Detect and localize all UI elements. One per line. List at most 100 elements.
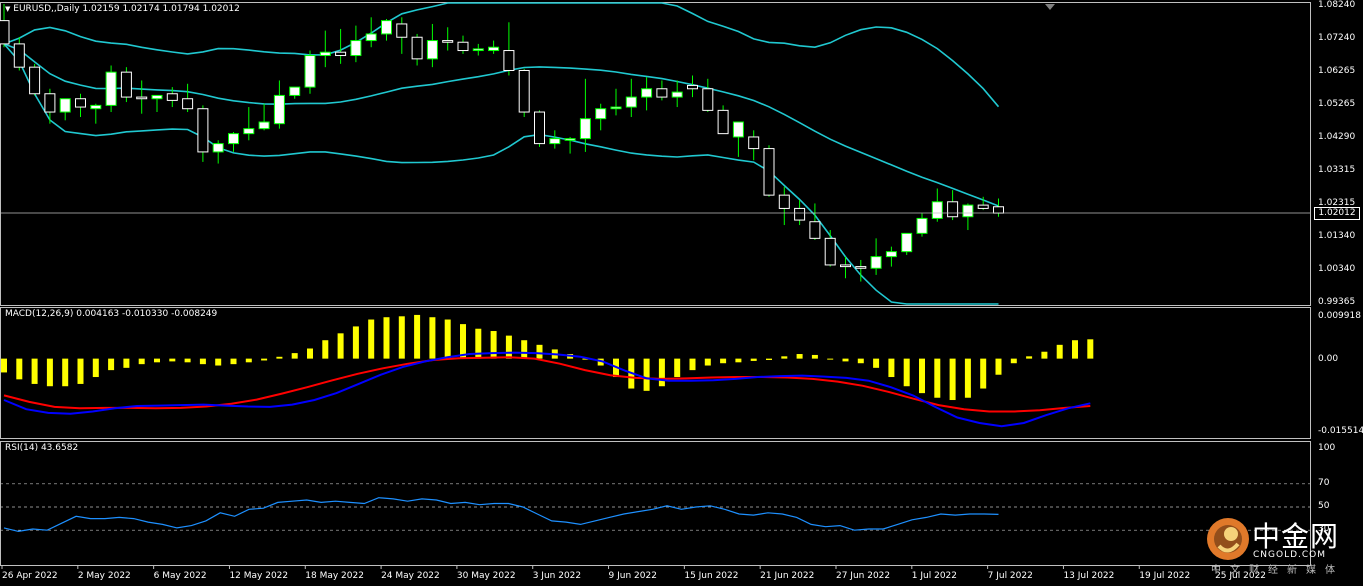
bull-candle-body xyxy=(243,128,255,135)
macd-histogram-bar xyxy=(766,358,772,361)
candle xyxy=(702,78,714,113)
candle xyxy=(411,33,423,66)
candle xyxy=(212,140,224,164)
macd-histogram-bar xyxy=(414,314,421,359)
bear-candle-body xyxy=(809,221,821,239)
cngold-logo-icon xyxy=(1207,518,1249,560)
bull-candle-body xyxy=(931,201,943,219)
date-axis-tick: 6 May 2022 xyxy=(153,571,207,581)
pane-border-0 xyxy=(0,2,1311,306)
candle xyxy=(13,37,25,71)
pane-border-1 xyxy=(0,307,1311,439)
candle xyxy=(503,22,515,76)
symbol-ohlc-label: EURUSD,,Daily 1.02159 1.02174 1.01794 1.… xyxy=(13,4,240,14)
bear-candle-body xyxy=(182,98,194,110)
bull-candle-body xyxy=(90,104,102,110)
candle xyxy=(885,246,897,267)
bull-candle-body xyxy=(289,86,301,96)
macd-histogram-bar xyxy=(643,358,650,391)
macd-histogram-bar xyxy=(689,358,696,371)
candle xyxy=(931,188,943,222)
bear-candle-body xyxy=(13,43,25,68)
watermark-slogan: 中文财经新媒体 xyxy=(1211,565,1344,576)
bear-candle-body xyxy=(166,93,178,101)
rsi-line xyxy=(3,497,999,533)
macd-histogram-bar xyxy=(123,358,130,368)
macd-histogram-bar xyxy=(1010,358,1017,364)
bear-candle-body xyxy=(824,237,836,266)
pane-border-2 xyxy=(0,441,1311,566)
macd-histogram-bar xyxy=(444,319,451,359)
rsi-header: RSI(14) 43.6582 xyxy=(5,443,79,453)
bear-candle-body xyxy=(503,50,515,71)
macd-histogram-bar xyxy=(934,358,941,398)
candle xyxy=(564,136,576,154)
bear-candle-body xyxy=(840,264,851,268)
macd-histogram-bar xyxy=(230,358,237,365)
candle xyxy=(625,78,637,118)
macd-histogram-bar xyxy=(215,358,222,366)
macd-histogram-bar xyxy=(980,358,987,389)
rsi-pane[interactable] xyxy=(0,483,1310,533)
bull-candle-body xyxy=(212,143,224,153)
bull-candle-body xyxy=(641,88,653,98)
candle xyxy=(151,94,163,113)
candle xyxy=(442,27,454,51)
candle xyxy=(243,107,255,141)
bull-candle-body xyxy=(564,138,576,141)
macd-histogram-bar xyxy=(873,358,880,368)
candle xyxy=(824,230,836,267)
candle xyxy=(289,86,301,99)
candle xyxy=(396,17,408,54)
macd-histogram-bar xyxy=(460,324,466,359)
macd-histogram-bar xyxy=(674,358,681,378)
date-axis-tick: 13 Jul 2022 xyxy=(1063,571,1115,581)
macd-histogram-bar xyxy=(1041,351,1048,359)
macd-histogram-bar xyxy=(138,358,145,365)
bull-candle-body xyxy=(595,108,607,120)
macd-histogram-bar xyxy=(261,358,268,361)
bear-candle-body xyxy=(120,71,132,98)
date-axis-tick: 9 Jun 2022 xyxy=(608,571,657,581)
macd-histogram-bar xyxy=(720,358,727,364)
macd-axis-tick: 0.009918 xyxy=(1318,311,1361,321)
macd-histogram-bar xyxy=(964,358,971,398)
watermark-domain: CNGOLD.COM xyxy=(1253,550,1327,560)
macd-histogram-bar xyxy=(658,358,665,387)
candle xyxy=(778,186,790,226)
bull-candle-body xyxy=(426,40,438,60)
bear-candle-body xyxy=(794,207,806,221)
candle xyxy=(610,88,622,116)
metatrader-chart-window[interactable]: ▼ EURUSD,,Daily 1.02159 1.02174 1.01794 … xyxy=(0,0,1363,586)
macd-histogram-bar xyxy=(536,344,543,359)
date-axis-tick: 2 May 2022 xyxy=(77,571,131,581)
macd-histogram-bar xyxy=(322,340,329,359)
watermark-brand: 中金网 xyxy=(1252,520,1340,553)
macd-histogram-bar xyxy=(276,356,283,359)
candle xyxy=(258,103,270,131)
price-axis-tick: 1.00340 xyxy=(1318,264,1356,274)
candle xyxy=(350,25,362,63)
date-axis-tick: 26 Apr 2022 xyxy=(2,571,58,581)
bull-candle-body xyxy=(962,204,974,218)
macd-histogram-bar xyxy=(827,358,834,360)
candle xyxy=(579,78,591,152)
candle xyxy=(304,50,316,94)
candle xyxy=(748,130,760,161)
chart-canvas[interactable] xyxy=(0,0,1363,586)
candle xyxy=(457,35,469,54)
macd-pane[interactable] xyxy=(1,314,1094,428)
cngold-watermark: 中金网 CNGOLD.COM 中文财经新媒体 xyxy=(1205,513,1360,576)
macd-axis-tick: 0.00 xyxy=(1318,353,1339,364)
bear-candle-body xyxy=(457,41,469,52)
candle xyxy=(947,190,959,221)
price-axis-tick: 1.07240 xyxy=(1318,33,1356,43)
price-pane[interactable] xyxy=(0,2,1310,305)
macd-histogram-bar xyxy=(62,358,69,387)
bb-upper-line xyxy=(3,2,1000,108)
price-axis-tick: 1.03315 xyxy=(1318,165,1356,175)
date-axis-tick: 18 May 2022 xyxy=(305,571,364,581)
dropdown-triangle-icon[interactable]: ▼ xyxy=(5,5,10,13)
bull-candle-body xyxy=(472,48,484,52)
macd-histogram-bar xyxy=(291,353,298,359)
